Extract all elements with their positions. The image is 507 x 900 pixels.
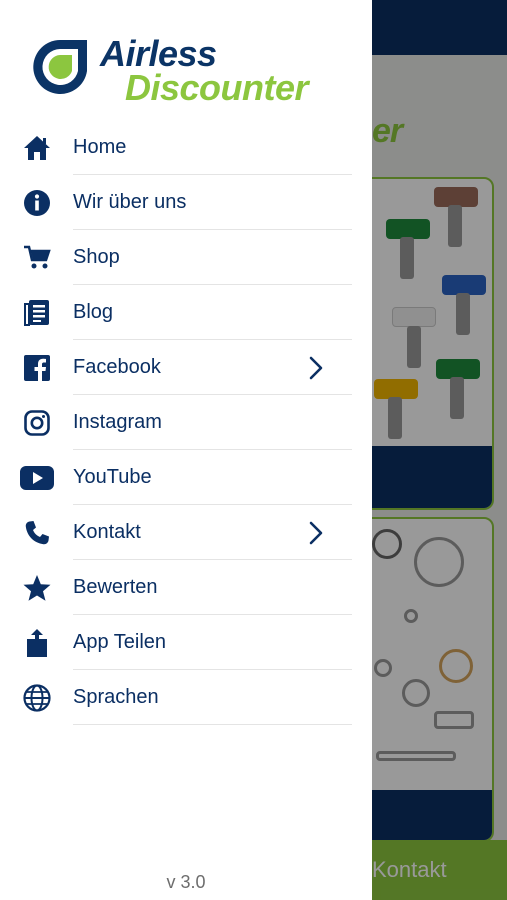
menu-item-kontakt[interactable]: Kontakt xyxy=(0,505,372,560)
phone-icon xyxy=(20,518,54,548)
menu-item-label: App Teilen xyxy=(73,631,167,653)
chevron-right-icon xyxy=(309,521,323,545)
menu-item-label: Shop xyxy=(73,246,120,268)
chevron-right-icon xyxy=(309,356,323,380)
menu-item-label: Instagram xyxy=(73,411,162,433)
logo-text-discounter: Discounter xyxy=(125,67,309,108)
menu-item-label: Wir über uns xyxy=(73,191,187,213)
menu-item-shop[interactable]: Shop xyxy=(0,230,372,285)
youtube-icon xyxy=(20,463,54,493)
info-icon xyxy=(20,188,54,218)
menu-item-sprachen[interactable]: Sprachen xyxy=(0,670,372,725)
menu-divider xyxy=(73,724,352,725)
app-version: v 3.0 xyxy=(166,872,206,892)
facebook-icon xyxy=(20,353,54,383)
menu-item-label: Blog xyxy=(73,301,114,323)
menu-item-blog[interactable]: Blog xyxy=(0,285,372,340)
menu-item-label: Bewerten xyxy=(73,576,158,598)
brand-logo: Airless Discounter xyxy=(25,36,355,108)
cart-icon xyxy=(20,243,54,273)
menu-item-youtube[interactable]: YouTube xyxy=(0,450,372,505)
menu-item-bewerten[interactable]: Bewerten xyxy=(0,560,372,615)
menu-item-wir-ueber-uns[interactable]: Wir über uns xyxy=(0,175,372,230)
menu-item-home[interactable]: Home xyxy=(0,120,372,175)
logo-leaf-icon xyxy=(33,40,87,94)
menu-item-instagram[interactable]: Instagram xyxy=(0,395,372,450)
menu-item-label: Kontakt xyxy=(73,521,141,543)
drawer-menu: Home Wir über uns Shop Blog Facebook Ins… xyxy=(0,120,372,725)
navigation-drawer: Airless Discounter Home Wir über uns Sho… xyxy=(0,0,372,900)
menu-item-label: Facebook xyxy=(73,356,161,378)
share-icon xyxy=(20,628,54,658)
star-icon xyxy=(20,573,54,603)
menu-item-label: Sprachen xyxy=(73,686,159,708)
menu-item-app-teilen[interactable]: App Teilen xyxy=(0,615,372,670)
menu-item-label: Home xyxy=(73,136,127,158)
menu-item-facebook[interactable]: Facebook xyxy=(0,340,372,395)
blog-icon xyxy=(20,298,54,328)
menu-item-label: YouTube xyxy=(73,466,152,488)
instagram-icon xyxy=(20,408,54,438)
home-icon xyxy=(20,133,54,163)
globe-icon xyxy=(20,683,54,713)
